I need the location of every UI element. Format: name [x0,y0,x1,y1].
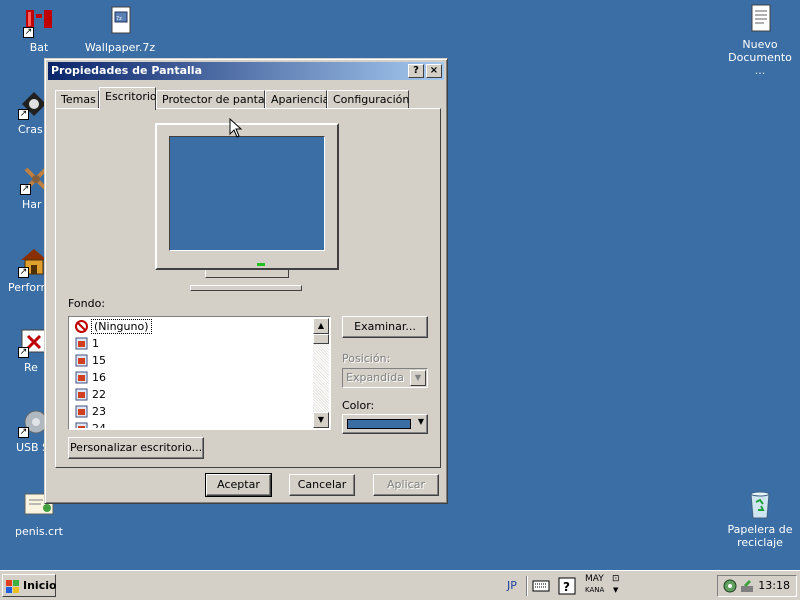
display-properties-window: Propiedades de Pantalla ? × Temas Escrit… [44,58,448,504]
list-item[interactable]: 23 [70,403,312,420]
list-item-label: 24 [92,422,106,428]
window-title: Propiedades de Pantalla [51,64,202,77]
ime-separator [526,576,528,596]
list-item[interactable]: 24 [70,420,312,428]
windows-logo-icon [6,579,20,600]
monitor-power-led [257,263,265,266]
image-file-icon [75,422,88,428]
fondo-label: Fondo: [68,297,106,310]
help-icon[interactable]: ? [558,577,576,595]
scroll-thumb[interactable] [313,334,329,344]
list-item-label: 1 [92,337,99,350]
chevron-down-icon: ▼ [613,586,619,594]
language-indicator[interactable]: JP [502,578,522,594]
close-button[interactable]: × [426,64,442,78]
image-file-icon [75,354,88,367]
wallpaper-list: (Ninguno) 1 15 16 22 23 [70,318,312,428]
desktop-icon-papelera[interactable]: Papelera de reciclaje [722,488,798,549]
start-button[interactable]: Inicio [2,574,57,600]
listbox-scrollbar[interactable]: ▲ ▼ [313,318,329,428]
keyboard-icon[interactable] [532,578,550,594]
desktop-icon-nuevo-documento[interactable]: Nuevo Documento ... [722,3,798,77]
ime-mode-indicator[interactable]: MAY KANA ⊡ ▼ [585,574,627,598]
personalizar-button[interactable]: Personalizar escritorio... [68,437,204,459]
list-item-label: 23 [92,405,106,418]
image-file-icon [75,337,88,350]
posicion-label: Posición: [342,352,391,365]
help-button[interactable]: ? [408,64,424,78]
list-item[interactable]: 15 [70,352,312,369]
ime-menu-icon: ⊡ [612,574,620,584]
tab-configuracion[interactable]: Configuración [327,90,409,109]
desktop-icon-label: Bat [29,41,49,54]
aplicar-button[interactable]: Aplicar [373,474,439,496]
no-entry-icon [75,320,88,333]
safely-remove-hardware-icon[interactable] [739,578,755,597]
desktop-icon-wallpaper[interactable]: 7z Wallpaper.7z [82,6,158,54]
color-label: Color: [342,399,375,412]
desktop-icon-label: Nuevo Documento ... [728,38,792,77]
posicion-value: Expandida [346,371,404,384]
list-item-label: 15 [92,354,106,367]
chevron-down-icon: ▼ [417,417,424,426]
scroll-down-arrow-icon[interactable]: ▼ [313,412,329,428]
system-tray: 13:18 [717,575,797,597]
cancelar-button[interactable]: Cancelar [289,474,355,496]
start-label: Inicio [23,579,57,592]
examinar-button[interactable]: Examinar... [342,316,428,338]
desktop-icon-label: penis.crt [15,525,63,538]
tab-temas[interactable]: Temas [55,90,99,109]
text-document-icon [744,3,776,35]
desktop-icon-label: Papelera de reciclaje [727,523,793,549]
posicion-select[interactable]: Expandida ▼ [342,368,428,388]
list-item[interactable]: 16 [70,369,312,386]
image-file-icon [75,405,88,418]
language-code: JP [507,579,517,592]
image-file-icon [75,371,88,384]
taskbar: Inicio JP ? MAY KANA ⊡ ▼ 13:18 [0,570,800,600]
archive-file-icon: 7z [104,6,136,38]
monitor-base [190,285,302,291]
tab-apariencia[interactable]: Apariencia [265,90,329,109]
recycle-bin-icon [744,488,776,520]
chevron-down-icon: ▼ [410,370,426,386]
color-picker-button[interactable]: ▼ [342,414,428,434]
ime-kana-label: KANA [585,586,605,594]
desktop-icon-label: Wallpaper.7z [84,41,156,54]
tab-escritorio[interactable]: Escritorio [99,87,157,110]
list-item-label: 22 [92,388,106,401]
monitor-preview [155,123,339,270]
list-item[interactable]: 1 [70,335,312,352]
monitor-screen [169,136,325,251]
tab-protector[interactable]: Protector de pantalla [156,90,278,109]
color-swatch [347,419,411,429]
list-item[interactable]: (Ninguno) [70,318,312,335]
svg-text:?: ? [563,580,570,594]
image-file-icon [75,388,88,401]
svg-text:7z: 7z [116,16,122,22]
wallpaper-listbox[interactable]: (Ninguno) 1 15 16 22 23 ▲ ▼ [68,316,331,430]
list-item-label: (Ninguno) [91,319,152,334]
ime-caps-label: MAY [585,574,604,584]
bat-file-icon: ↗ [23,6,55,38]
list-item-label: 16 [92,371,106,384]
desktop-icon-bat[interactable]: ↗ Bat [1,6,77,54]
scroll-up-arrow-icon[interactable]: ▲ [313,318,329,334]
clock[interactable]: 13:18 [758,579,790,592]
network-icon[interactable] [722,578,738,597]
window-titlebar[interactable]: Propiedades de Pantalla ? × [48,62,444,80]
aceptar-button[interactable]: Aceptar [205,473,272,497]
mouse-cursor-icon [229,117,243,141]
list-item[interactable]: 22 [70,386,312,403]
monitor-neck [205,270,289,278]
